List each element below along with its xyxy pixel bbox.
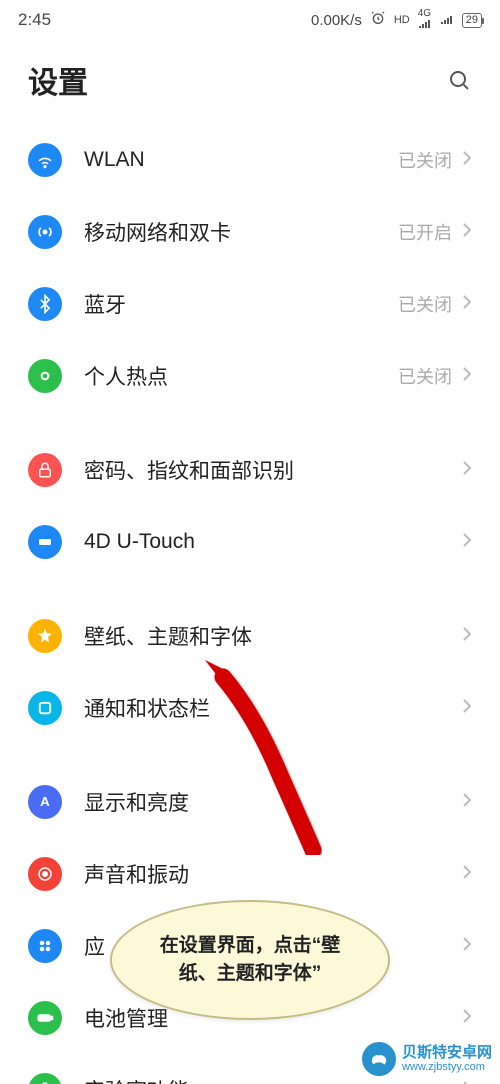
- status-time: 2:45: [18, 10, 51, 30]
- row-label: 显示和亮度: [84, 787, 462, 817]
- lab-icon: [28, 1073, 62, 1084]
- hotspot-icon: [28, 359, 62, 393]
- wifi-icon: [28, 143, 62, 177]
- row-status: 已关闭: [398, 291, 452, 317]
- row-label: 个人热点: [84, 361, 398, 391]
- row-label: 实验室功能: [84, 1075, 462, 1084]
- page-header: 设置: [0, 40, 500, 124]
- page-title: 设置: [28, 58, 88, 102]
- row-label: WLAN: [84, 148, 398, 172]
- chevron-right-icon: [462, 792, 472, 813]
- row-mobile-network[interactable]: 移动网络和双卡 已开启: [0, 196, 500, 268]
- notification-icon: [28, 691, 62, 725]
- row-label: 移动网络和双卡: [84, 217, 398, 247]
- chevron-right-icon: [462, 1080, 472, 1084]
- row-display[interactable]: A 显示和亮度: [0, 766, 500, 838]
- battery-indicator: 29: [462, 13, 482, 28]
- watermark-logo-icon: [362, 1042, 396, 1076]
- star-icon: [28, 619, 62, 653]
- chevron-right-icon: [462, 366, 472, 387]
- row-notifications[interactable]: 通知和状态栏: [0, 672, 500, 744]
- status-bar: 2:45 0.00K/s HD 4G 29: [0, 0, 500, 40]
- svg-text:A: A: [40, 794, 50, 809]
- signal-icon-2: [440, 12, 454, 29]
- battery-icon: [28, 1001, 62, 1035]
- row-4d-utouch[interactable]: 4D U-Touch: [0, 506, 500, 578]
- row-status: 已开启: [398, 219, 452, 245]
- display-icon: A: [28, 785, 62, 819]
- annotation-text: 在设置界面，点击“壁纸、主题和字体”: [142, 932, 358, 989]
- chevron-right-icon: [462, 1008, 472, 1029]
- signal-4g: 4G: [418, 9, 432, 32]
- chevron-right-icon: [462, 150, 472, 171]
- bluetooth-icon: [28, 287, 62, 321]
- row-label: 声音和振动: [84, 859, 462, 889]
- hd-indicator: HD: [394, 14, 410, 26]
- watermark: 贝斯特安卓网 www.zjbstyy.com: [362, 1042, 492, 1076]
- chevron-right-icon: [462, 698, 472, 719]
- row-label: 蓝牙: [84, 289, 398, 319]
- row-label: 密码、指纹和面部识别: [84, 455, 462, 485]
- alarm-icon: [370, 10, 386, 30]
- chevron-right-icon: [462, 460, 472, 481]
- row-theme[interactable]: 壁纸、主题和字体: [0, 600, 500, 672]
- sound-icon: [28, 857, 62, 891]
- chevron-right-icon: [462, 864, 472, 885]
- antenna-icon: [28, 215, 62, 249]
- row-label: 4D U-Touch: [84, 530, 462, 554]
- chevron-right-icon: [462, 294, 472, 315]
- annotation-bubble: 在设置界面，点击“壁纸、主题和字体”: [110, 900, 390, 1020]
- chevron-right-icon: [462, 532, 472, 553]
- touch-icon: [28, 525, 62, 559]
- row-wlan[interactable]: WLAN 已关闭: [0, 124, 500, 196]
- lock-icon: [28, 453, 62, 487]
- row-status: 已关闭: [398, 147, 452, 173]
- settings-group-personalize: 壁纸、主题和字体 通知和状态栏: [0, 600, 500, 744]
- chevron-right-icon: [462, 626, 472, 647]
- row-bluetooth[interactable]: 蓝牙 已关闭: [0, 268, 500, 340]
- net-speed: 0.00K/s: [311, 12, 362, 29]
- search-icon: [447, 68, 471, 92]
- search-button[interactable]: [446, 67, 472, 93]
- row-hotspot[interactable]: 个人热点 已关闭: [0, 340, 500, 412]
- row-label: 通知和状态栏: [84, 693, 462, 723]
- apps-icon: [28, 929, 62, 963]
- row-label: 壁纸、主题和字体: [84, 621, 462, 651]
- row-security[interactable]: 密码、指纹和面部识别: [0, 434, 500, 506]
- chevron-right-icon: [462, 936, 472, 957]
- settings-group-device: 密码、指纹和面部识别 4D U-Touch: [0, 434, 500, 578]
- watermark-name: 贝斯特安卓网: [402, 1045, 492, 1062]
- settings-group-network: WLAN 已关闭 移动网络和双卡 已开启 蓝牙 已关闭 个人热点 已关闭: [0, 124, 500, 412]
- status-right: 0.00K/s HD 4G 29: [311, 9, 482, 32]
- row-status: 已关闭: [398, 363, 452, 389]
- watermark-url: www.zjbstyy.com: [402, 1061, 492, 1073]
- chevron-right-icon: [462, 222, 472, 243]
